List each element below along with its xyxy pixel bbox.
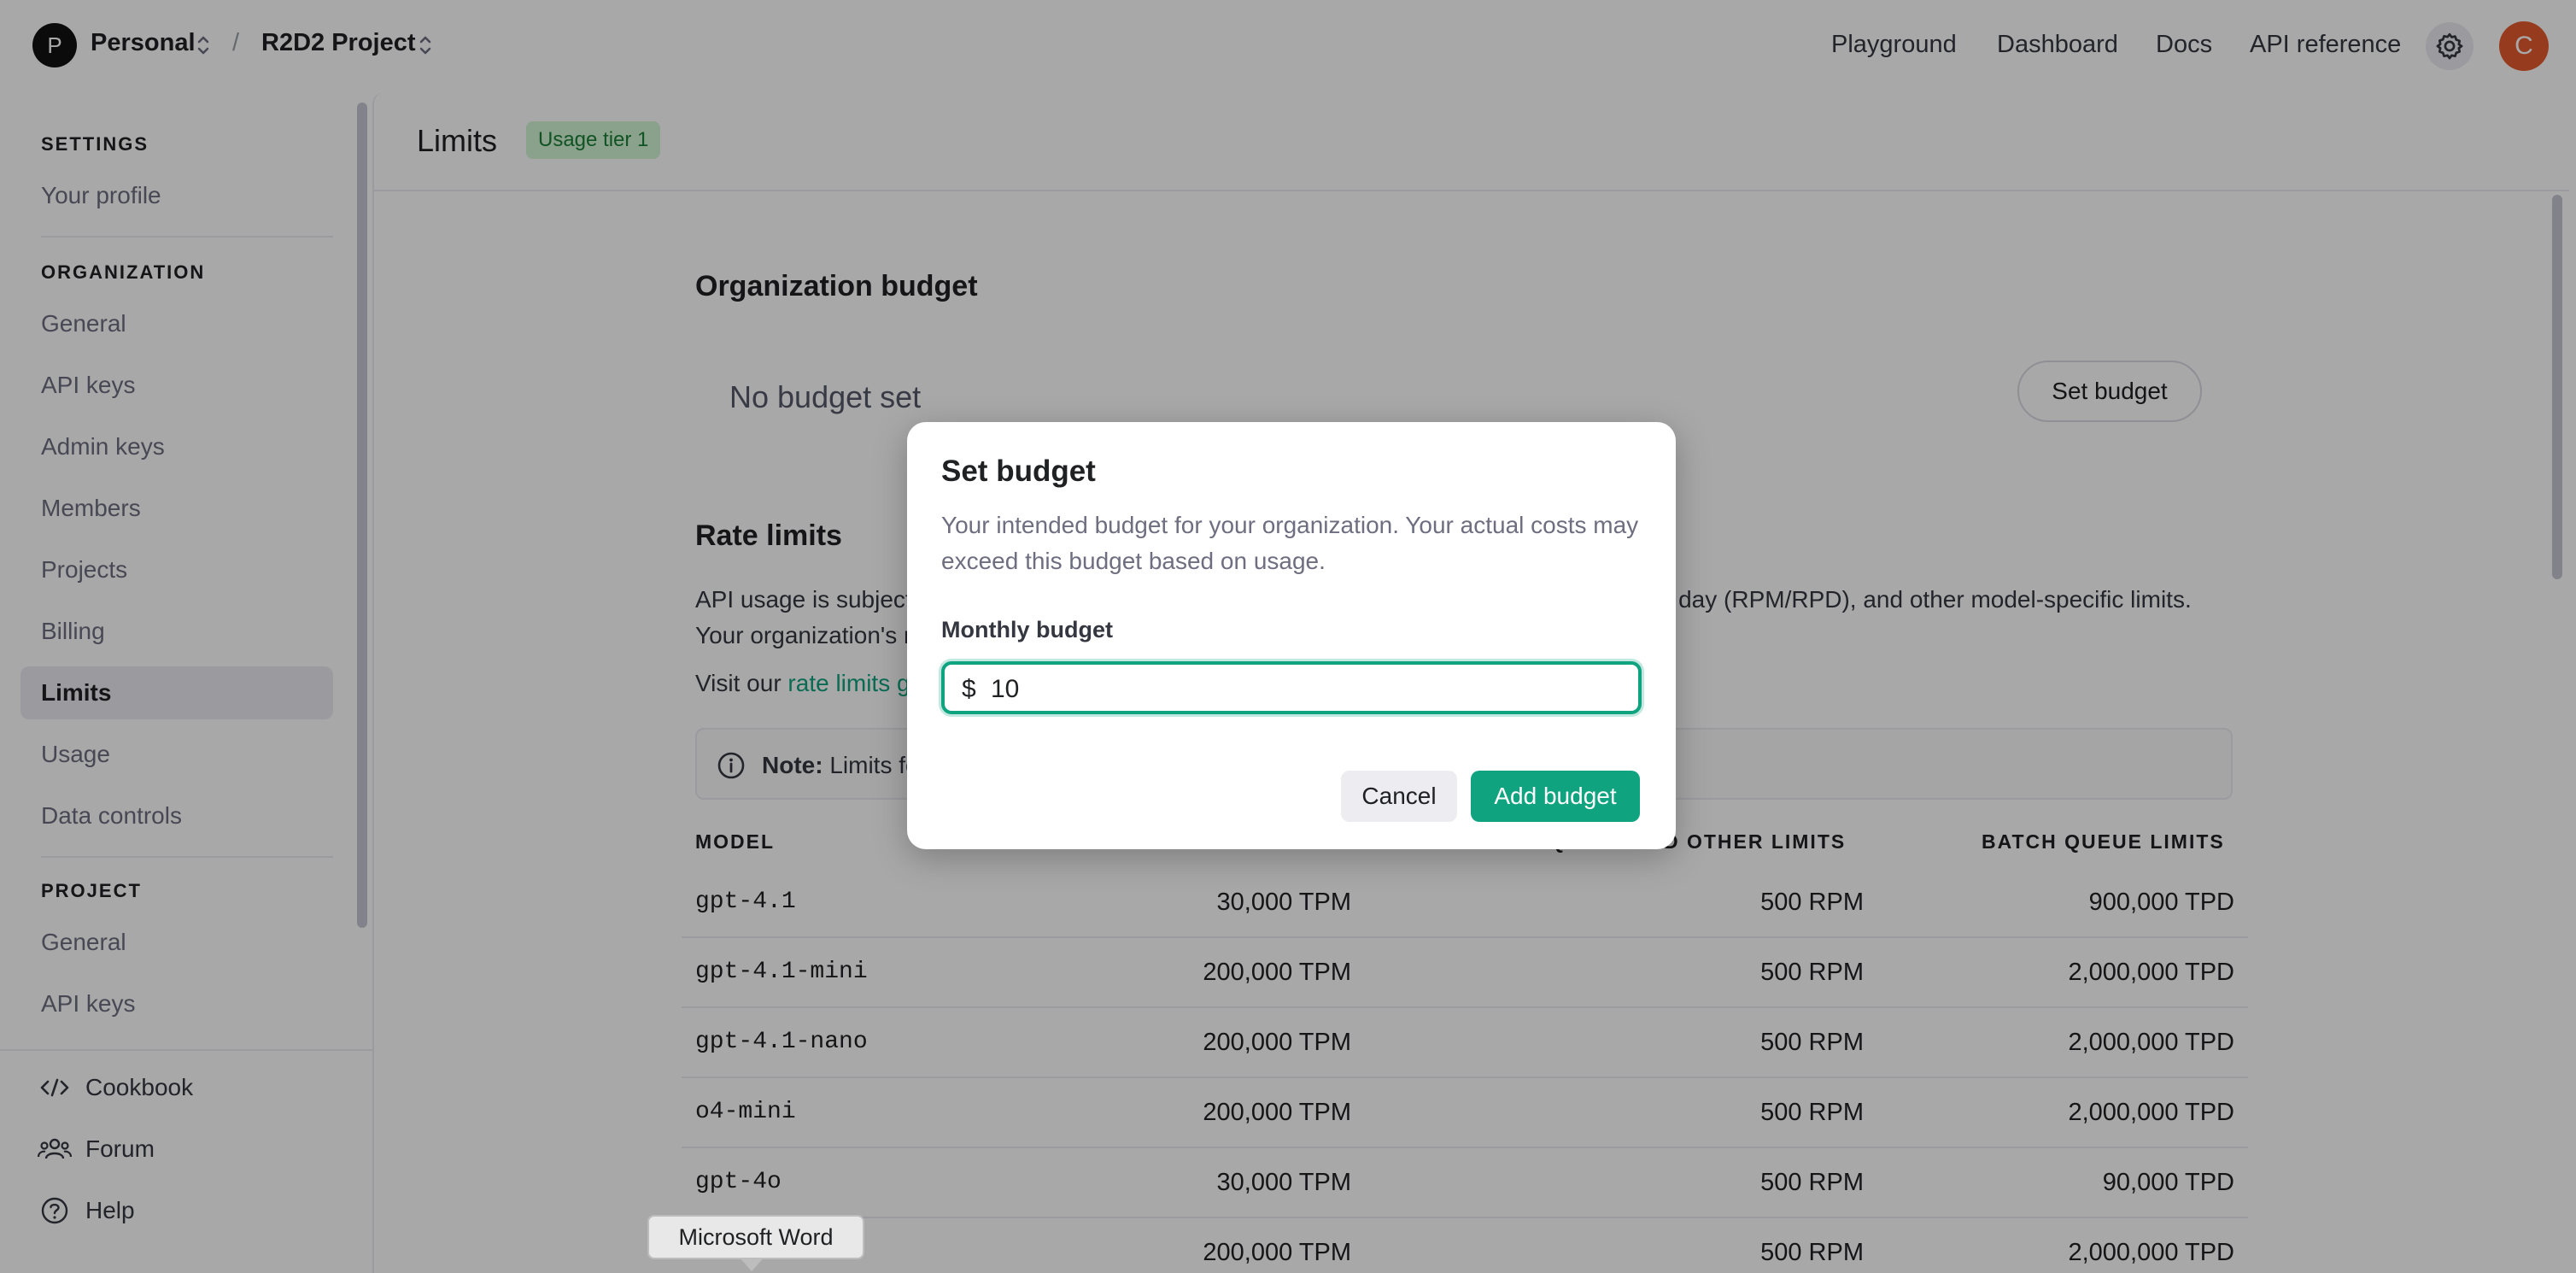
dock-tooltip-arrow <box>740 1258 764 1271</box>
monthly-budget-label: Monthly budget <box>941 617 1113 642</box>
monthly-budget-input[interactable] <box>991 675 1589 704</box>
dialog-description: Your intended budget for your organizati… <box>941 512 1639 574</box>
dialog-title: Set budget <box>941 455 1096 488</box>
set-budget-dialog: Set budget Your intended budget for your… <box>907 422 1676 849</box>
dock-tooltip: Microsoft Word <box>647 1215 864 1259</box>
monthly-budget-field[interactable]: $ <box>941 661 1642 714</box>
add-budget-button[interactable]: Add budget <box>1471 771 1640 822</box>
cancel-button[interactable]: Cancel <box>1341 771 1457 822</box>
currency-symbol: $ <box>962 675 976 703</box>
